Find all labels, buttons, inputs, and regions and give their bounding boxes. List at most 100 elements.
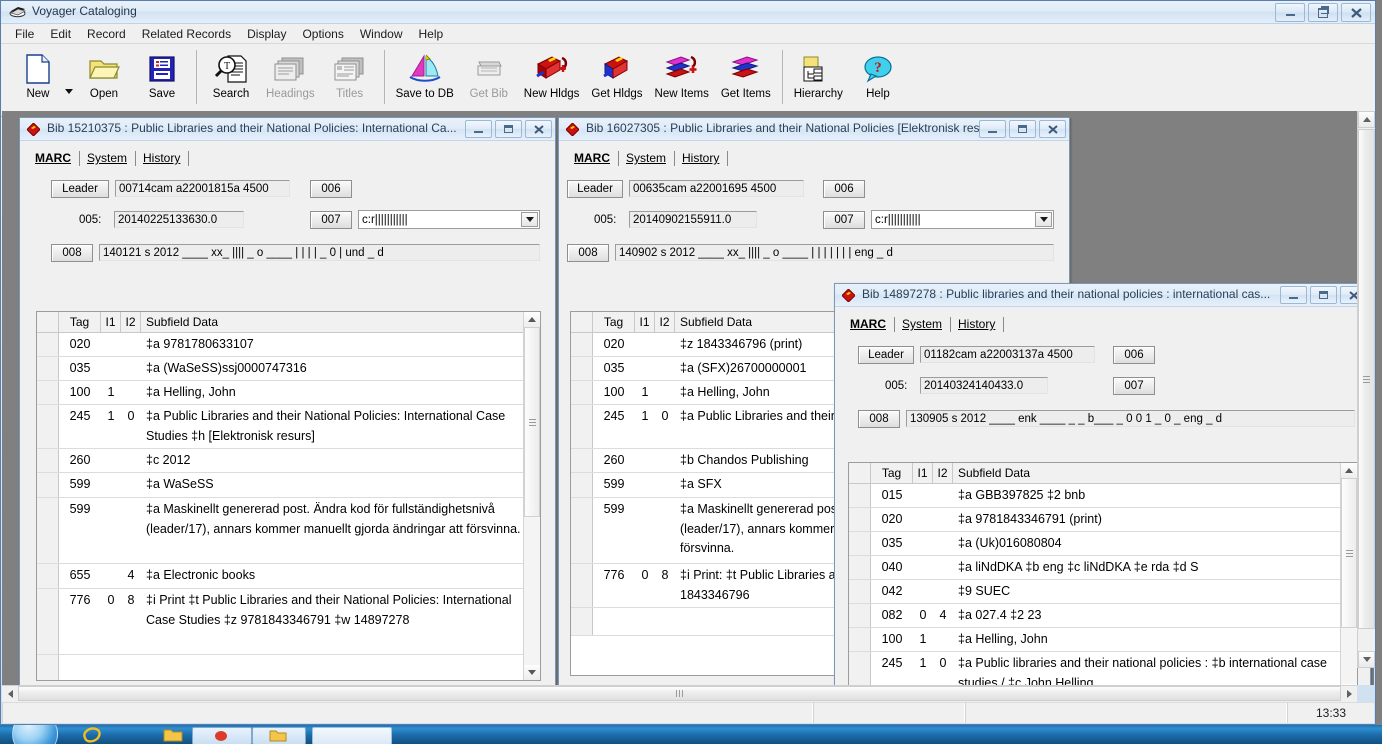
field-008-value-1[interactable]: 140121 s 2012 ____ xx_ |||| _ o ____ | |…: [99, 244, 540, 261]
leader-value-1[interactable]: 00714cam a22001815a 4500: [115, 180, 290, 197]
marc-grid-3[interactable]: Tag I1 I2 Subfield Data 015 ‡a GBB397825…: [848, 462, 1358, 685]
chevron-down-icon-1[interactable]: [521, 212, 538, 227]
menu-help[interactable]: Help: [411, 25, 452, 43]
menu-options[interactable]: Options: [294, 25, 351, 43]
toolbar-get-hldgs-button[interactable]: Get Hldgs: [585, 48, 648, 111]
row-data[interactable]: ‡a GBB397825 ‡2 bnb: [953, 484, 1341, 507]
menu-record[interactable]: Record: [79, 25, 134, 43]
toolbar-titles-button[interactable]: Titles: [321, 48, 379, 111]
marc-grid-scrollbar-3[interactable]: [1340, 463, 1357, 685]
mdi-vertical-scrollbar[interactable]: [1357, 111, 1375, 668]
taskbar-item-2[interactable]: [252, 727, 306, 744]
table-row[interactable]: 655 4 ‡a Electronic books: [37, 564, 524, 589]
leader-value-2[interactable]: 00635cam a22001695 4500: [629, 180, 804, 197]
table-row[interactable]: 260 ‡c 2012: [37, 449, 524, 473]
leader-value-3[interactable]: 01182cam a22003137a 4500: [920, 346, 1095, 363]
row-data[interactable]: ‡a 027.4 ‡2 23: [953, 604, 1341, 627]
minimize-button-2[interactable]: [979, 120, 1006, 138]
table-row[interactable]: 020 ‡a 9781780633107: [37, 333, 524, 357]
table-row[interactable]: 035 ‡a (Uk)016080804: [849, 532, 1341, 556]
row-data[interactable]: ‡a liNdDKA ‡b eng ‡c liNdDKA ‡e rda ‡d S: [953, 556, 1341, 579]
toolbar-get-items-button[interactable]: Get Items: [715, 48, 777, 111]
toolbar-new-hldgs-button[interactable]: New Hldgs: [518, 48, 586, 111]
mdi-scroll-down-icon[interactable]: [1358, 651, 1375, 668]
marc-grid-scrollbar-1[interactable]: [523, 312, 540, 680]
mdi-scroll-thumb[interactable]: [1358, 129, 1375, 629]
toolbar-save-to-db-button[interactable]: Save to DB: [390, 48, 460, 111]
maximize-button-3[interactable]: [1310, 286, 1337, 304]
field-008-button-1[interactable]: 008: [51, 244, 93, 262]
mdi-horizontal-scrollbar[interactable]: [2, 685, 1357, 702]
table-row[interactable]: 040 ‡a liNdDKA ‡b eng ‡c liNdDKA ‡e rda …: [849, 556, 1341, 580]
menu-related-records[interactable]: Related Records: [134, 25, 239, 43]
row-data[interactable]: ‡c 2012: [141, 449, 524, 472]
menu-display[interactable]: Display: [239, 25, 294, 43]
restore-button[interactable]: [1308, 3, 1338, 22]
scroll-up-icon-1[interactable]: [524, 312, 540, 327]
tab-marc-2[interactable]: MARC: [567, 150, 619, 167]
field-008-value-3[interactable]: 130905 s 2012 ____ enk ____ _ _ b___ _ 0…: [906, 410, 1355, 427]
toolbar-get-bib-button[interactable]: Get Bib: [460, 48, 518, 111]
scroll-thumb-3[interactable]: [1341, 478, 1357, 628]
row-data[interactable]: ‡a Public Libraries and their National P…: [141, 405, 524, 448]
maximize-button-2[interactable]: [1009, 120, 1036, 138]
menu-edit[interactable]: Edit: [42, 25, 79, 43]
tab-marc-1[interactable]: MARC: [28, 150, 80, 167]
leader-button-2[interactable]: Leader: [567, 180, 623, 198]
close-button-1[interactable]: [525, 120, 552, 138]
row-data[interactable]: ‡a 9781780633107: [141, 333, 524, 356]
tab-system-2[interactable]: System: [619, 150, 676, 167]
mdi-scroll-up-icon[interactable]: [1358, 111, 1375, 128]
taskbar-item-1[interactable]: [192, 727, 252, 744]
row-data[interactable]: ‡a Public libraries and their national p…: [953, 652, 1341, 685]
row-data[interactable]: ‡i Print ‡t Public Libraries and their N…: [141, 589, 524, 654]
table-row[interactable]: 082 0 4 ‡a 027.4 ‡2 23: [849, 604, 1341, 628]
toolbar-new-items-button[interactable]: New Items: [649, 48, 715, 111]
scroll-thumb-1[interactable]: [524, 327, 540, 517]
row-data[interactable]: [141, 655, 524, 680]
taskbar-pin-ie-icon[interactable]: [82, 726, 102, 744]
toolbar-headings-button[interactable]: Headings: [260, 48, 321, 111]
minimize-button-1[interactable]: [465, 120, 492, 138]
tab-history-1[interactable]: History: [136, 150, 190, 167]
leader-button-3[interactable]: Leader: [858, 346, 914, 364]
tab-history-2[interactable]: History: [675, 150, 729, 167]
tab-system-3[interactable]: System: [895, 316, 952, 333]
table-row[interactable]: 042 ‡9 SUEC: [849, 580, 1341, 604]
row-data[interactable]: ‡a WaSeSS: [141, 473, 524, 497]
tab-marc-3[interactable]: MARC: [843, 316, 895, 333]
new-dropdown-caret-icon[interactable]: [65, 88, 73, 94]
mdi-scroll-right-icon[interactable]: [1341, 686, 1357, 701]
row-data[interactable]: ‡a (WaSeSS)ssj0000747316: [141, 357, 524, 380]
row-data[interactable]: ‡a (Uk)016080804: [953, 532, 1341, 555]
field-008-button-3[interactable]: 008: [858, 410, 900, 428]
table-row[interactable]: 100 1 ‡a Helling, John: [37, 381, 524, 405]
field-007-button-2[interactable]: 007: [823, 211, 865, 229]
row-data[interactable]: ‡a Electronic books: [141, 564, 524, 588]
minimize-button-3[interactable]: [1280, 286, 1307, 304]
menu-file[interactable]: File: [7, 25, 42, 43]
field-006-button-1[interactable]: 006: [310, 180, 352, 198]
taskbar-pin-explorer-icon[interactable]: [163, 728, 183, 744]
minimize-button[interactable]: [1275, 3, 1305, 22]
table-row[interactable]: 599 ‡a Maskinellt genererad post. Ändra …: [37, 498, 524, 564]
start-button[interactable]: [12, 725, 58, 744]
table-row[interactable]: [37, 655, 524, 680]
toolbar-open-button[interactable]: Open: [75, 48, 133, 111]
toolbar-help-button[interactable]: ? Help: [849, 48, 907, 111]
field-008-value-2[interactable]: 140902 s 2012 ____ xx_ |||| _ o ____ | |…: [615, 244, 1054, 261]
close-button-2[interactable]: [1039, 120, 1066, 138]
tab-system-1[interactable]: System: [80, 150, 137, 167]
row-data[interactable]: ‡a Maskinellt genererad post. Ändra kod …: [141, 498, 524, 563]
table-row[interactable]: 599 ‡a WaSeSS: [37, 473, 524, 498]
row-data[interactable]: ‡a 9781843346791 (print): [953, 508, 1341, 531]
table-row[interactable]: 015 ‡a GBB397825 ‡2 bnb: [849, 484, 1341, 508]
bib-window-14897278[interactable]: Bib 14897278 : Public libraries and thei…: [834, 283, 1371, 685]
table-row[interactable]: 776 0 8 ‡i Print ‡t Public Libraries and…: [37, 589, 524, 655]
mdi-scroll-left-icon[interactable]: [2, 686, 18, 701]
marc-grid-1[interactable]: Tag I1 I2 Subfield Data 020 ‡a 978178063…: [36, 311, 541, 681]
scroll-down-icon-1[interactable]: [524, 665, 540, 680]
table-row[interactable]: 245 1 0 ‡a Public Libraries and their Na…: [37, 405, 524, 449]
row-data[interactable]: ‡9 SUEC: [953, 580, 1341, 603]
toolbar-hierarchy-button[interactable]: Hierarchy: [788, 48, 849, 111]
